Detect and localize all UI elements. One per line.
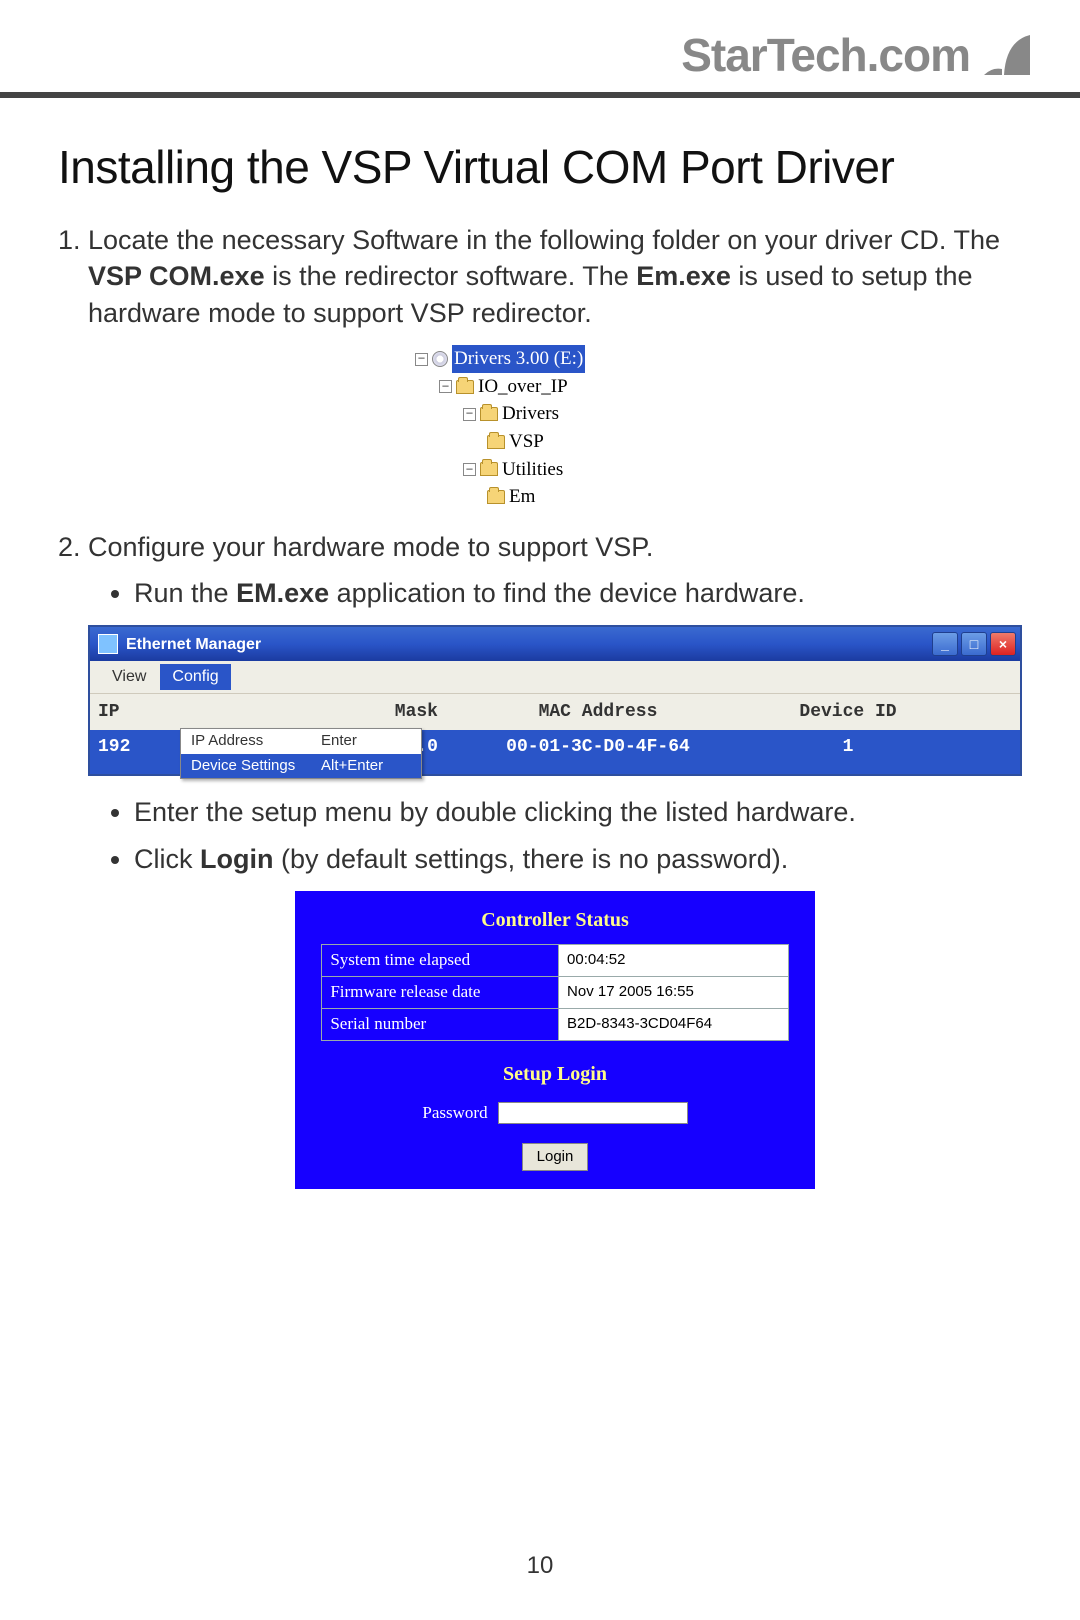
window-buttons: _ □ × xyxy=(932,632,1016,656)
brand-text: StarTech.com xyxy=(681,28,970,82)
popup-ip-label: IP Address xyxy=(191,731,321,751)
step1-mid1: is the redirector software. The xyxy=(265,261,637,291)
menu-view[interactable]: View xyxy=(100,664,158,690)
brand-logo-icon xyxy=(980,29,1032,81)
tree-root-label: Drivers 3.00 (E:) xyxy=(452,345,585,373)
row-value: Nov 17 2005 16:55 xyxy=(559,976,789,1008)
step-2: Configure your hardware mode to support … xyxy=(88,529,1022,1189)
table-row: System time elapsed 00:04:52 xyxy=(322,944,788,976)
status-table: System time elapsed 00:04:52 Firmware re… xyxy=(321,944,788,1041)
step1-bold1: VSP COM.exe xyxy=(88,261,265,291)
tree-label: Drivers xyxy=(502,400,559,428)
tree-item: − Utilities xyxy=(463,456,695,484)
folder-icon xyxy=(480,407,498,421)
popup-ds-accel: Alt+Enter xyxy=(321,756,411,776)
cell-mac: 00-01-3C-D0-4F-64 xyxy=(448,735,748,759)
em-titlebar: Ethernet Manager _ □ × xyxy=(90,627,1020,661)
popup-item-device-settings[interactable]: Device Settings Alt+Enter xyxy=(181,754,421,778)
password-label: Password xyxy=(422,1102,487,1125)
page-number: 10 xyxy=(0,1552,1080,1580)
b2c-post: (by default settings, there is no passwo… xyxy=(273,844,788,874)
col-mask: Mask xyxy=(228,700,448,724)
page-header: StarTech.com xyxy=(0,0,1080,98)
step2-text: Configure your hardware mode to support … xyxy=(88,532,653,562)
tree-label: Em xyxy=(509,483,535,511)
collapse-icon: − xyxy=(415,353,428,366)
step1-bold2: Em.exe xyxy=(636,261,731,291)
close-icon[interactable]: × xyxy=(990,632,1016,656)
step1-text-pre: Locate the necessary Software in the fol… xyxy=(88,225,1000,255)
row-label: Firmware release date xyxy=(322,976,559,1008)
collapse-icon: − xyxy=(463,463,476,476)
page-content: Installing the VSP Virtual COM Port Driv… xyxy=(0,98,1080,1189)
app-icon xyxy=(98,634,118,654)
cell-devid: 1 xyxy=(748,735,948,759)
em-menubar: View Config xyxy=(90,661,1020,694)
menu-config[interactable]: Config xyxy=(160,664,230,690)
bullet-2a: Run the EM.exe application to find the d… xyxy=(134,575,1022,611)
controller-status-figure: Controller Status System time elapsed 00… xyxy=(295,891,815,1189)
collapse-icon: − xyxy=(463,408,476,421)
bullet-2c: Click Login (by default settings, there … xyxy=(134,841,1022,877)
popup-ds-label: Device Settings xyxy=(191,756,321,776)
password-input[interactable] xyxy=(498,1102,688,1124)
popup-ip-accel: Enter xyxy=(321,731,411,751)
table-row: Serial number B2D-8343-3CD04F64 xyxy=(322,1008,788,1040)
page-title: Installing the VSP Virtual COM Port Driv… xyxy=(58,140,1022,194)
login-button[interactable]: Login xyxy=(522,1143,589,1171)
row-label: Serial number xyxy=(322,1008,559,1040)
tree-label: VSP xyxy=(509,428,544,456)
col-mac: MAC Address xyxy=(448,700,748,724)
em-list-header: IP Mask MAC Address Device ID xyxy=(90,694,1020,730)
tree-root-row: − Drivers 3.00 (E:) xyxy=(415,345,695,373)
b2a-post: application to find the device hardware. xyxy=(329,578,805,608)
bullet-2b: Enter the setup menu by double clicking … xyxy=(134,794,1022,830)
folder-icon xyxy=(456,380,474,394)
controller-status-title: Controller Status xyxy=(301,907,809,934)
tree-item: Em xyxy=(487,483,695,511)
table-row: Firmware release date Nov 17 2005 16:55 xyxy=(322,976,788,1008)
tree-item: − Drivers xyxy=(463,400,695,428)
folder-icon xyxy=(480,462,498,476)
maximize-icon[interactable]: □ xyxy=(961,632,987,656)
row-label: System time elapsed xyxy=(322,944,559,976)
em-title-text: Ethernet Manager xyxy=(126,634,261,656)
config-popup-menu: IP Address Enter Device Settings Alt+Ent… xyxy=(180,728,422,779)
popup-item-ip[interactable]: IP Address Enter xyxy=(181,729,421,753)
collapse-icon: − xyxy=(439,380,452,393)
b2a-bold: EM.exe xyxy=(236,578,329,608)
b2a-pre: Run the xyxy=(134,578,236,608)
step-1: Locate the necessary Software in the fol… xyxy=(88,222,1022,511)
folder-icon xyxy=(487,435,505,449)
b2c-bold: Login xyxy=(200,844,273,874)
col-devid: Device ID xyxy=(748,700,948,724)
setup-login-title: Setup Login xyxy=(301,1061,809,1088)
col-ip: IP xyxy=(98,700,228,724)
password-row: Password xyxy=(301,1102,809,1125)
minimize-icon[interactable]: _ xyxy=(932,632,958,656)
row-value: B2D-8343-3CD04F64 xyxy=(559,1008,789,1040)
em-body: IP Mask MAC Address Device ID IP Address… xyxy=(90,694,1020,774)
b2c-pre: Click xyxy=(134,844,200,874)
ethernet-manager-window: Ethernet Manager _ □ × View Config IP Ma xyxy=(88,625,1022,776)
explorer-tree-figure: − Drivers 3.00 (E:) − IO_over_IP − Drive… xyxy=(415,345,695,510)
row-value: 00:04:52 xyxy=(559,944,789,976)
tree-item: VSP xyxy=(487,428,695,456)
tree-label: Utilities xyxy=(502,456,563,484)
cd-icon xyxy=(432,351,448,367)
folder-icon xyxy=(487,490,505,504)
tree-item: − IO_over_IP xyxy=(439,373,695,401)
tree-label: IO_over_IP xyxy=(478,373,568,401)
